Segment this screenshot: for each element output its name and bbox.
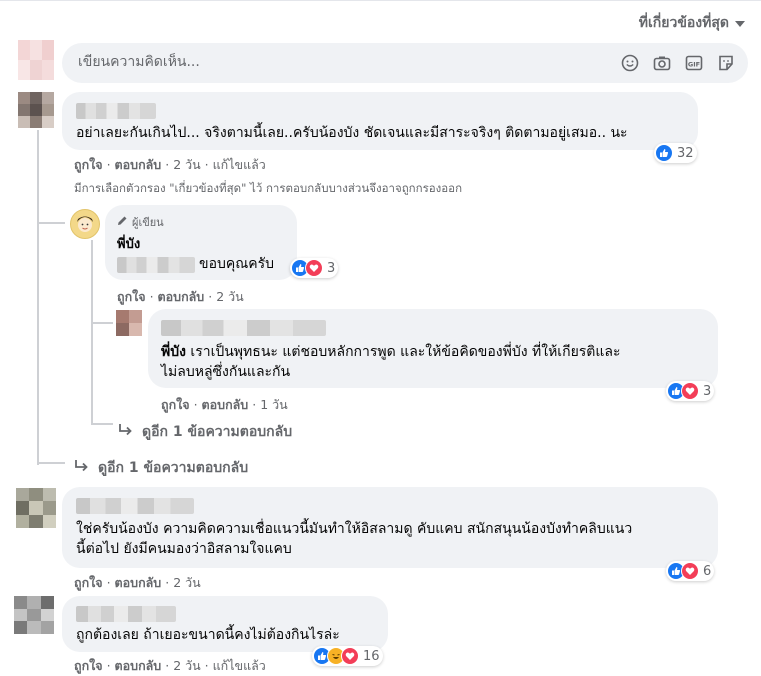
reply-bubble: พี่บัง เราเป็นพุทธนะ แต่ชอบหลักการพูด แล… (148, 309, 718, 388)
reply-arrow-icon (118, 423, 134, 441)
reaction-count: 16 (363, 648, 380, 664)
avatar[interactable] (18, 40, 54, 80)
view-more-replies-inner[interactable]: ดูอีก 1 ข้อความตอบกลับ (118, 421, 292, 443)
reaction-count: 3 (703, 383, 712, 399)
reply-bubble: ผู้เขียน พี่บัง ขอบคุณครับ (105, 205, 297, 280)
pencil-icon (117, 215, 128, 229)
avatar[interactable] (18, 92, 54, 128)
author-badge: ผู้เขียน (117, 213, 164, 231)
filter-note: มีการเลือกตัวกรอง "เกี่ยวข้องที่สุด" ไว้… (74, 181, 463, 195)
avatar[interactable] (14, 596, 54, 634)
camera-icon[interactable] (652, 53, 672, 73)
love-reaction-icon (305, 259, 323, 277)
reaction-summary[interactable]: 16 (312, 646, 383, 666)
author-name[interactable]: พี่บัง (117, 233, 140, 254)
reply-arrow-icon (74, 459, 90, 477)
reaction-summary[interactable]: 3 (290, 258, 339, 278)
timestamp[interactable]: 2 วัน (173, 575, 201, 590)
reaction-summary[interactable]: 3 (666, 381, 715, 401)
reaction-summary[interactable]: 6 (666, 561, 715, 581)
reaction-count: 3 (327, 260, 336, 276)
reaction-count: 32 (677, 145, 694, 161)
mention-link[interactable]: พี่บัง (161, 344, 186, 360)
thread-line (91, 423, 113, 425)
author-name[interactable] (76, 103, 156, 119)
reply-text-line2: ไม่ลบหลู่ซึ่งกันและกัน (161, 364, 291, 380)
thread-line (37, 130, 39, 465)
timestamp[interactable]: 2 วัน (216, 289, 244, 304)
sort-label: ที่เกี่ยวข้องที่สุด (638, 15, 729, 31)
love-reaction-icon (681, 382, 699, 400)
like-button[interactable]: ถูกใจ (117, 289, 146, 304)
love-reaction-icon (681, 562, 699, 580)
reply-button[interactable]: ตอบกลับ (115, 157, 162, 172)
comment-text: ถูกต้องเลย ถ้าเยอะขนาดนี้คงไม่ต้องกินไรล… (76, 627, 340, 643)
reply-actions: ถูกใจ · ตอบกลับ · 2 วัน (117, 289, 244, 304)
comment-bubble: อย่าเลยะกันเกินไป... จริงตามนี้เลย..ครับ… (62, 92, 698, 150)
reply-button[interactable]: ตอบกลับ (115, 575, 162, 590)
sticker-icon[interactable] (716, 53, 736, 73)
svg-text:GIF: GIF (688, 61, 700, 69)
thread-line (37, 462, 65, 464)
comment-actions: ถูกใจ · ตอบกลับ · 2 วัน (74, 575, 201, 590)
reply-button[interactable]: ตอบกลับ (158, 289, 205, 304)
like-button[interactable]: ถูกใจ (161, 397, 190, 412)
reply-text: พี่บัง เราเป็นพุทธนะ แต่ชอบหลักการพูด แล… (161, 344, 621, 360)
comment-input-box[interactable]: GIF (62, 43, 748, 83)
love-reaction-icon (341, 647, 359, 665)
author-name[interactable] (76, 498, 194, 514)
emoji-icon[interactable] (620, 53, 640, 73)
author-name[interactable] (76, 606, 176, 622)
top-divider (0, 0, 761, 1)
comment-text: ใช่ครับน้องบัง ความคิดความเชื่อแนวนี้มัน… (76, 521, 633, 537)
author-avatar[interactable] (70, 209, 100, 239)
thread-line (91, 240, 93, 425)
comment-text: อย่าเลยะกันเกินไป... จริงตามนี้เลย..ครับ… (76, 125, 628, 141)
reply-button[interactable]: ตอบกลับ (202, 397, 249, 412)
comment-actions: ถูกใจ · ตอบกลับ · 2 วัน · แก้ไขแล้ว (74, 157, 266, 172)
edited-label[interactable]: แก้ไขแล้ว (213, 157, 266, 172)
view-more-replies-outer[interactable]: ดูอีก 1 ข้อความตอบกลับ (74, 457, 248, 479)
reply-text: ขอบคุณครับ (199, 256, 274, 272)
reply-actions: ถูกใจ · ตอบกลับ · 1 วัน (161, 397, 288, 412)
like-button[interactable]: ถูกใจ (74, 575, 103, 590)
timestamp[interactable]: 1 วัน (260, 397, 288, 412)
timestamp[interactable]: 2 วัน (173, 157, 201, 172)
comment-bubble: ใช่ครับน้องบัง ความคิดความเชื่อแนวนี้มัน… (62, 487, 718, 568)
thread-line (91, 322, 113, 324)
avatar[interactable] (16, 488, 56, 528)
reaction-count: 6 (703, 563, 712, 579)
comment-actions: ถูกใจ · ตอบกลับ · 2 วัน · แก้ไขแล้ว (74, 658, 266, 673)
caret-down-icon (735, 21, 745, 27)
like-button[interactable]: ถูกใจ (74, 157, 103, 172)
comment-bubble: ถูกต้องเลย ถ้าเยอะขนาดนี้คงไม่ต้องกินไรล… (62, 596, 388, 652)
author-name[interactable] (161, 320, 326, 336)
avatar[interactable] (116, 310, 142, 336)
thread-line (37, 222, 65, 224)
mentioned-name[interactable] (117, 257, 195, 273)
gif-icon[interactable]: GIF (684, 53, 704, 73)
comment-sort-dropdown[interactable]: ที่เกี่ยวข้องที่สุด (639, 12, 745, 34)
comment-text-line2: นี้ต่อไป ยังมีคนมองว่าอิสลามใจแคบ (76, 541, 292, 557)
comment-input[interactable] (76, 53, 600, 71)
reaction-summary[interactable]: 32 (654, 143, 697, 163)
like-reaction-icon (655, 144, 673, 162)
